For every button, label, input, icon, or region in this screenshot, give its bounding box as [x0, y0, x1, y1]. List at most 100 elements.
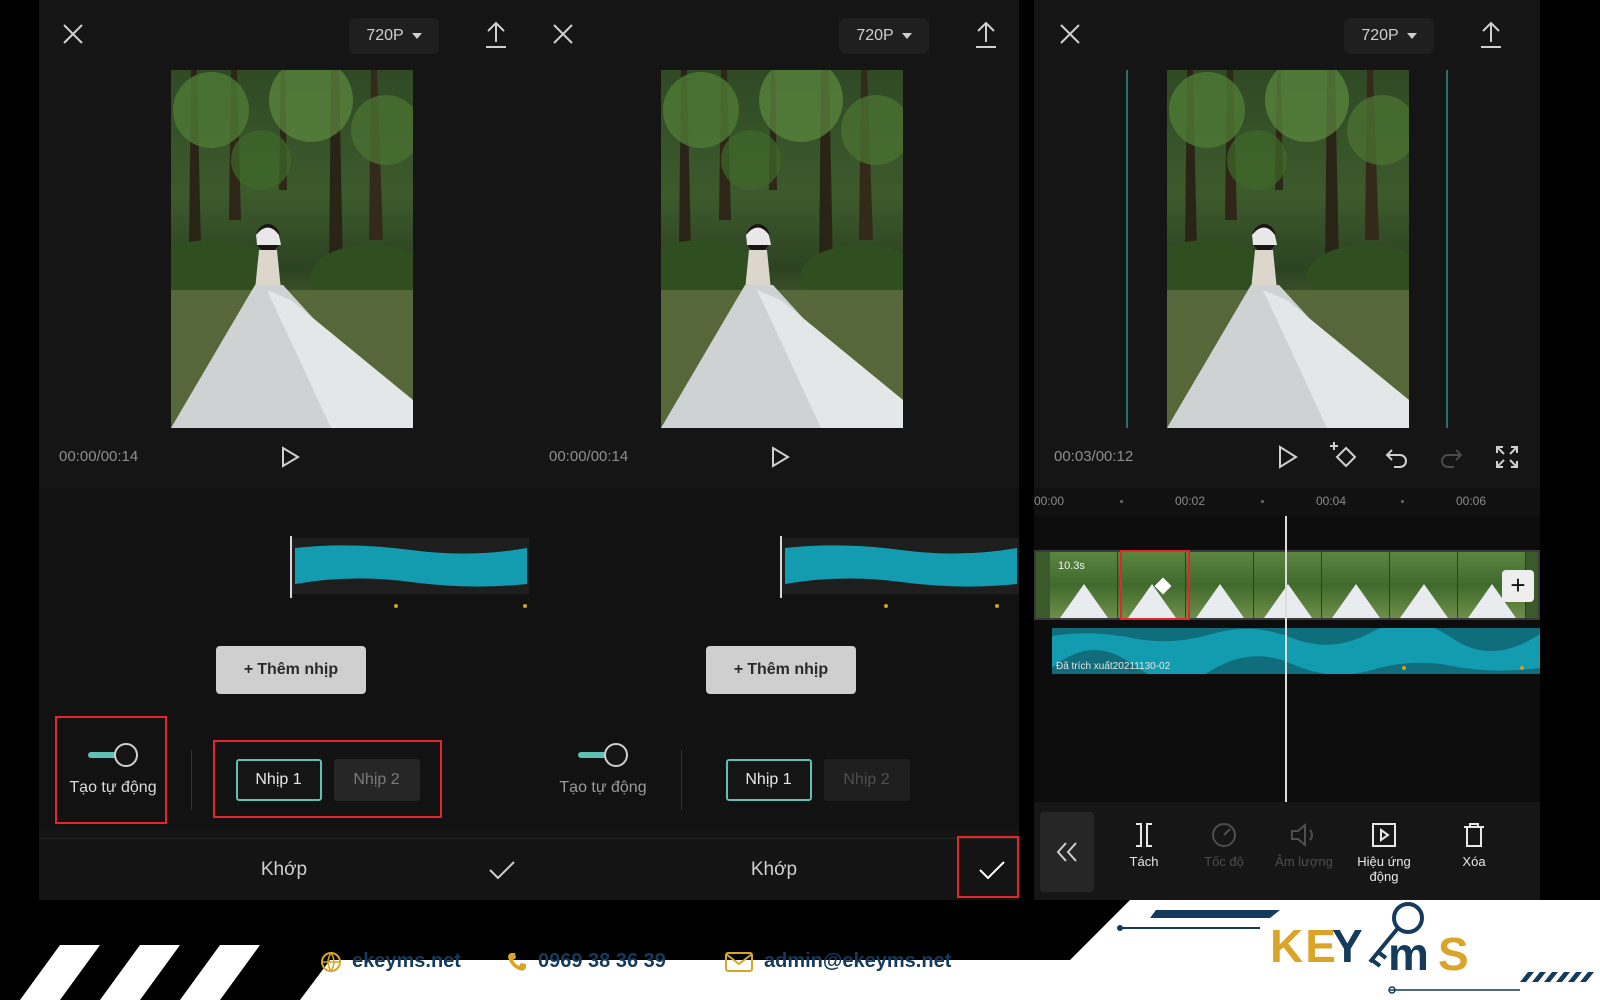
beat-tabs: Nhịp 1 Nhịp 2: [706, 742, 929, 818]
play-icon[interactable]: [770, 446, 790, 468]
ruler-tick: [1261, 500, 1264, 503]
undo-icon[interactable]: [1384, 444, 1410, 470]
website-text: ekeyms.net: [352, 950, 461, 972]
video-preview: [171, 70, 413, 428]
auto-generate-toggle[interactable]: Tạo tự động: [549, 718, 657, 822]
edit-toolbar: Tách Tốc độ Âm lượng Hiệu ứng động Xóa: [1034, 802, 1540, 900]
resolution-dropdown[interactable]: 720P: [349, 18, 439, 54]
svg-text:Y: Y: [1332, 920, 1363, 972]
divider: [191, 750, 192, 810]
beat-marker[interactable]: [995, 604, 999, 608]
time-ruler: 00:00 00:02 00:04 00:06: [1034, 488, 1540, 516]
video-clip[interactable]: 10.3s +: [1034, 550, 1540, 620]
ruler-label: 00:00: [1034, 494, 1065, 508]
delete-icon: [1464, 823, 1484, 847]
top-bar: 720P: [1034, 0, 1540, 70]
globe-icon: [321, 951, 341, 972]
toggle-switch[interactable]: [578, 743, 628, 767]
add-beat-button[interactable]: + Thêm nhịp: [706, 646, 856, 694]
add-clip-button[interactable]: +: [1502, 570, 1534, 602]
mail-icon: [725, 951, 753, 972]
play-icon[interactable]: [1274, 444, 1300, 470]
svg-text:S: S: [1438, 928, 1469, 980]
beat-marker[interactable]: [884, 604, 888, 608]
highlight-box: [213, 740, 442, 818]
contact-phone[interactable]: 0969 38 36 39: [506, 950, 666, 973]
tool-split[interactable]: Tách: [1104, 822, 1184, 869]
export-icon[interactable]: [1478, 20, 1504, 50]
export-icon[interactable]: [483, 20, 509, 50]
beat-marker[interactable]: [394, 604, 398, 608]
resolution-value: 720P: [366, 27, 404, 44]
timeline-playhead[interactable]: [1285, 516, 1287, 802]
redo-icon[interactable]: [1438, 444, 1464, 470]
add-beat-button[interactable]: + Thêm nhịp: [216, 646, 366, 694]
bride-figure: [661, 224, 903, 428]
beat-editor-panel-2: 720P 00:00/00:14 + Thêm nhịp Tạo tự động…: [529, 0, 1019, 900]
playhead[interactable]: [780, 536, 782, 598]
audio-waveform[interactable]: [781, 538, 1019, 594]
speed-icon: [1212, 823, 1236, 847]
bride-figure: [1167, 224, 1409, 428]
auto-generate-label: Tạo tự động: [559, 779, 647, 796]
screenshot-root: 720P 00:00/00:14 + Thêm nhịp Tạo tự động…: [0, 0, 1600, 1000]
tool-label: Tốc độ: [1204, 854, 1244, 869]
keyframe-add-icon[interactable]: [1328, 440, 1360, 470]
highlight-box: [55, 716, 167, 824]
animation-icon: [1372, 823, 1396, 847]
clip-duration: 10.3s: [1058, 560, 1085, 572]
close-icon[interactable]: [1058, 22, 1082, 46]
tab-beat-1[interactable]: Nhịp 1: [725, 759, 812, 801]
keyms-logo: KE Y m S: [1270, 902, 1469, 980]
caret-down-icon: [1406, 33, 1417, 39]
ruler-tick: [1120, 500, 1123, 503]
timeline-editor-panel: 720P 00:03/00:12 00:00 00:02 00:04 00:06…: [1034, 0, 1540, 900]
tool-label: Xóa: [1462, 854, 1486, 869]
volume-icon: [1291, 822, 1313, 848]
add-beat-label: Thêm nhịp: [257, 661, 339, 678]
contact-email[interactable]: admin@ekeyms.net: [724, 950, 951, 973]
caret-down-icon: [411, 33, 422, 39]
contact-website[interactable]: ekeyms.net: [320, 950, 461, 973]
timecode: 00:00/00:14: [549, 448, 629, 465]
clip-frame: [1186, 552, 1254, 618]
resolution-value: 720P: [856, 27, 894, 44]
beat-marker[interactable]: [523, 604, 527, 608]
ruler-label: 00:06: [1456, 494, 1487, 508]
audio-waveform[interactable]: [291, 538, 529, 594]
bride-figure: [171, 224, 413, 428]
play-icon[interactable]: [280, 446, 300, 468]
fullscreen-icon[interactable]: [1494, 444, 1520, 470]
clip-frame: [1322, 552, 1390, 618]
clip-frame: [1254, 552, 1322, 618]
checkmark-icon[interactable]: [487, 855, 517, 885]
bottom-bar: Khớp: [529, 838, 1019, 900]
playhead[interactable]: [290, 536, 292, 598]
clip-frame: [1390, 552, 1458, 618]
close-icon[interactable]: [551, 22, 575, 46]
beat-editor-panel-1: 720P 00:00/00:14 + Thêm nhịp Tạo tự động…: [39, 0, 529, 900]
tool-speed[interactable]: Tốc độ: [1184, 822, 1264, 869]
resolution-dropdown[interactable]: 720P: [1344, 18, 1434, 54]
split-icon: [1136, 823, 1152, 847]
tab-beat-2[interactable]: Nhịp 2: [823, 759, 910, 801]
tool-delete[interactable]: Xóa: [1434, 822, 1514, 869]
divider: [681, 750, 682, 810]
tool-label: Tách: [1129, 854, 1159, 869]
ruler-label: 00:04: [1316, 494, 1347, 508]
double-chevron-left-icon: [1056, 842, 1077, 862]
export-icon[interactable]: [973, 20, 999, 50]
phone-icon: [508, 952, 526, 971]
collapse-button[interactable]: [1040, 812, 1094, 892]
timecode: 00:00/00:14: [59, 448, 139, 465]
tool-label: Âm lượng: [1275, 854, 1333, 869]
resolution-value: 720P: [1361, 27, 1399, 44]
top-bar: 720P: [529, 0, 1019, 70]
timecode: 00:03/00:12: [1054, 448, 1134, 465]
close-icon[interactable]: [61, 22, 85, 46]
tool-animation[interactable]: Hiệu ứng động: [1344, 822, 1424, 884]
timeline: 10.3s + Đã trích xuất20211130-02: [1034, 516, 1540, 802]
resolution-dropdown[interactable]: 720P: [839, 18, 929, 54]
tool-label: Hiệu ứng động: [1357, 854, 1411, 884]
tool-volume[interactable]: Âm lượng: [1264, 822, 1344, 869]
